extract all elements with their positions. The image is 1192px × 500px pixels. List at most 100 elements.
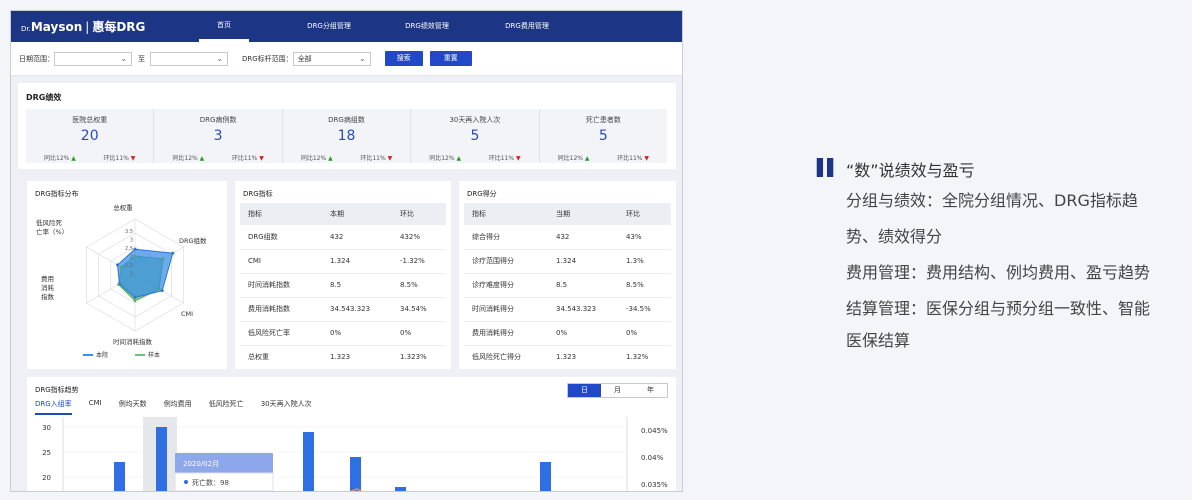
trend-bar: [350, 457, 361, 491]
radar-tick-label: 2.5: [125, 246, 133, 252]
period-switch: 日 月 年: [567, 383, 668, 398]
kpi-case-count: DRG病例数 3 同比12% ▲ 环比11% ▼: [154, 109, 283, 163]
kpi-yoy: 同比12% ▲: [300, 155, 333, 162]
radar-point-hospital: [160, 289, 164, 293]
col-header: 本期: [322, 203, 392, 225]
cell: 0%: [392, 321, 446, 346]
table-row: DRG组数 432 432%: [240, 225, 446, 250]
y-tick-left: 20: [42, 474, 51, 482]
logo-brand: Mayson: [30, 20, 83, 34]
arrow-down-icon: ▼: [259, 155, 264, 162]
arrow-down-icon: ▼: [130, 155, 136, 162]
radar-axis-label-line: 低风险死: [36, 218, 63, 227]
period-month[interactable]: 月: [601, 384, 634, 397]
radar-point-sample: [157, 287, 161, 291]
side-title: “数”说绩效与盈亏: [846, 161, 975, 180]
legend-hospital: 本院: [96, 351, 108, 359]
kpi-yoy: 同比12% ▲: [44, 155, 76, 162]
trend-tab-avg-days[interactable]: 例均天数: [119, 399, 147, 415]
table-row: 费用消耗指数 34.543.323 34.54%: [240, 297, 446, 322]
nav-tab-group-management[interactable]: DRG分组管理: [289, 11, 369, 42]
top-nav: Dr. Mayson | 惠每DRG 首页 DRG分组管理 DRG绩效管理 DR…: [11, 11, 682, 42]
arrow-down-icon: ▼: [387, 155, 393, 162]
side-line: 费用管理：费用结构、例均费用、盈亏趋势: [846, 263, 1151, 282]
period-day[interactable]: 日: [568, 384, 601, 397]
col-header: 当期: [548, 203, 618, 225]
radar-axis-label: 时间消耗指数: [113, 337, 153, 346]
table-row: 综合得分 432 43%: [464, 225, 671, 250]
nav-tabs: 首页 DRG分组管理 DRG绩效管理 DRG费用管理: [191, 11, 567, 42]
chevron-down-icon: ⌄: [216, 53, 223, 63]
tooltip-item: 死亡数：98: [192, 478, 229, 487]
search-button[interactable]: 搜索: [384, 51, 423, 66]
arrow-down-icon: ▼: [644, 155, 650, 162]
to-label: 至: [138, 54, 145, 63]
chevron-down-icon: ⌄: [120, 53, 127, 63]
kpi-title: DRG病组数: [328, 116, 365, 124]
kpi-deaths: 死亡患者数 5 同比12% ▲ 环比11% ▼: [540, 109, 667, 163]
nav-tab-performance-management[interactable]: DRG绩效管理: [387, 11, 467, 42]
arrow-up-icon: ▲: [584, 155, 590, 162]
kpi-row: 医院总权重 20 同比12% ▲ 环比11% ▼ DRG病例数 3 同比12% …: [26, 109, 667, 163]
cell: 8.5%: [618, 273, 671, 298]
cell: 时间消耗得分: [464, 297, 548, 322]
side-line: 结算管理：医保分组与预分组一致性、智能: [846, 299, 1151, 318]
trend-tab-readmission[interactable]: 30天再入院人次: [261, 399, 312, 415]
reset-button[interactable]: 重置: [429, 51, 472, 66]
radar-point-hospital: [116, 263, 120, 267]
kpi-yoy: 同比12% ▲: [429, 155, 462, 162]
y-tick-right: 0.04%: [641, 454, 664, 462]
cell: -1.32%: [392, 249, 446, 274]
cell: 432%: [392, 225, 446, 250]
indicator-title: DRG指标: [243, 190, 273, 198]
trend-bar: [114, 462, 125, 491]
cell: 0%: [548, 321, 618, 346]
nav-tab-cost-management[interactable]: DRG费用管理: [487, 11, 567, 42]
score-table: 指标 当期 环比 综合得分 432 43% 诊疗范围得分 1.324 1.3% 诊疗难度…: [464, 203, 671, 370]
trend-tab-group-rate[interactable]: DRG入组率: [35, 399, 72, 415]
benchmark-range-select[interactable]: 全部 ⌄: [292, 51, 371, 66]
table-row: 总权重 1.323 1.323%: [240, 345, 446, 370]
cell: 1.3%: [618, 249, 671, 274]
arrow-up-icon: ▲: [328, 155, 333, 162]
cell: 综合得分: [464, 225, 548, 250]
cell: 43%: [618, 225, 671, 250]
period-year[interactable]: 年: [634, 384, 667, 397]
table-row: 低风险死亡得分 1.323 1.32%: [464, 345, 671, 370]
col-header: 环比: [392, 203, 446, 225]
radar-point-sample: [133, 254, 137, 258]
app-window: Dr. Mayson | 惠每DRG 首页 DRG分组管理 DRG绩效管理 DR…: [10, 10, 683, 492]
kpi-group-count: DRG病组数 18 同比12% ▲ 环比11% ▼: [283, 109, 412, 163]
kpi-title: 死亡患者数: [585, 116, 621, 124]
col-header: 指标: [464, 203, 548, 225]
radar-axis-label: 总权重: [113, 203, 133, 212]
cell: 34.543.323: [322, 297, 392, 322]
kpi-title: 30天再入院人次: [449, 116, 501, 124]
cell: 诊疗难度得分: [464, 273, 548, 298]
end-date-select[interactable]: ⌄: [150, 51, 228, 66]
trend-tab-avg-cost[interactable]: 例均费用: [164, 399, 192, 415]
radar-axis-label: CMI: [181, 310, 193, 318]
radar-axis-label-cost: 费用消耗指数: [41, 274, 55, 301]
cell: 诊疗范围得分: [464, 249, 548, 274]
y-tick-right: 0.035%: [641, 481, 668, 489]
trend-tab-low-risk-death[interactable]: 低风险死亡: [209, 399, 244, 415]
score-title: DRG得分: [467, 190, 497, 198]
trend-card: DRG指标趋势 日 月 年 DRG入组率 CMI 例均天数 例均费用 低风险死亡…: [27, 377, 676, 491]
table-row: 低风险死亡率 0% 0%: [240, 321, 446, 346]
cell: 费用消耗得分: [464, 321, 548, 346]
col-header: 环比: [618, 203, 671, 225]
legend-sample: 样本: [148, 351, 160, 359]
radar-tick-label: 2: [130, 255, 133, 261]
indicator-card: DRG指标 指标 本期 环比 DRG组数 432 432% CMI 1.324 -1.3…: [235, 181, 451, 370]
side-line: 医保结算: [846, 331, 911, 350]
nav-tab-home[interactable]: 首页: [199, 11, 249, 42]
logo-product: 惠每DRG: [92, 20, 146, 34]
tooltip-title: 2020/02月: [183, 460, 219, 468]
quote-mark-icon: ▌▌: [817, 158, 840, 177]
trend-tab-cmi[interactable]: CMI: [89, 399, 102, 415]
start-date-select[interactable]: ⌄: [54, 51, 132, 66]
trend-bar: [540, 462, 551, 491]
kpi-value: 3: [213, 128, 223, 144]
cell: 1.324: [322, 249, 392, 274]
